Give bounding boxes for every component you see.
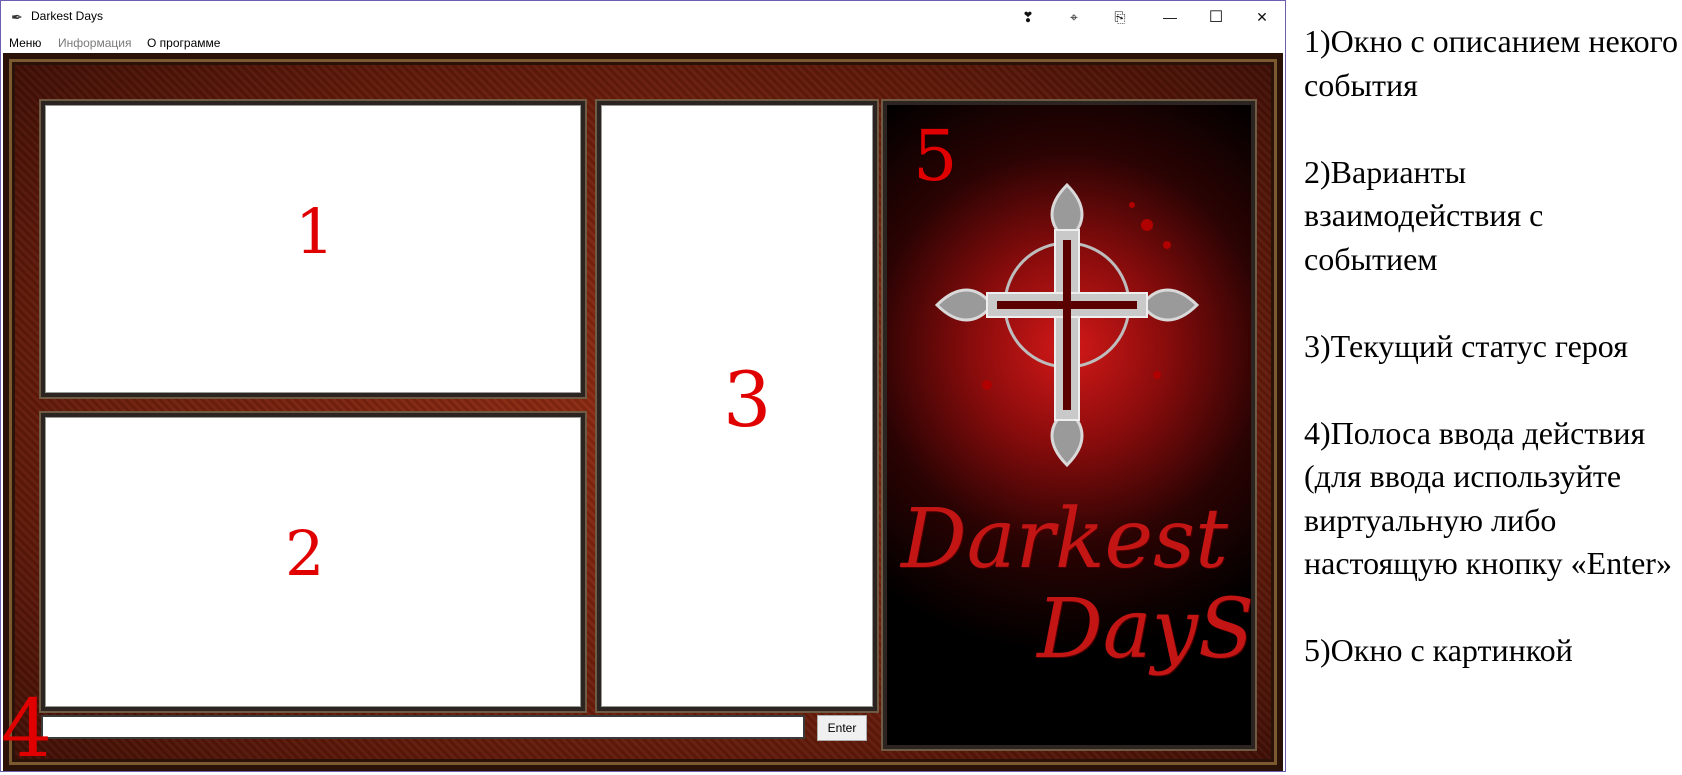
legend-item-2: 2)Варианты взаимодействия с событием bbox=[1304, 153, 1544, 277]
app-window: ✒ Darkest Days ❣ ⌖ ⎘ — ☐ ✕ Меню Информац… bbox=[0, 0, 1286, 772]
panel-number-3: 3 bbox=[723, 355, 772, 444]
menu-item-about[interactable]: О программе bbox=[147, 36, 220, 50]
window-switch-icon[interactable]: ⎘ bbox=[1097, 1, 1143, 33]
panel-number-2: 2 bbox=[285, 517, 325, 590]
hero-status-panel: 3 bbox=[597, 101, 877, 711]
legend-item-4: 4)Полоса ввода действия (для ввода испол… bbox=[1304, 414, 1672, 582]
target-icon[interactable]: ⌖ bbox=[1051, 1, 1097, 33]
legend-item-1: 1)Окно с описанием некого события bbox=[1304, 23, 1678, 103]
interaction-options-panel: 2 bbox=[41, 413, 585, 711]
enter-button[interactable]: Enter bbox=[817, 715, 867, 741]
close-button[interactable]: ✕ bbox=[1239, 1, 1285, 33]
maximize-button[interactable]: ☐ bbox=[1193, 1, 1239, 33]
menu-bar: Меню Информация О программе bbox=[1, 33, 1285, 53]
pin-icon[interactable]: ❣ bbox=[1005, 1, 1051, 33]
window-title: Darkest Days bbox=[31, 9, 104, 23]
feather-icon: ✒ bbox=[11, 9, 23, 25]
legend-item-3: 3)Текущий статус героя bbox=[1304, 327, 1628, 364]
action-input[interactable] bbox=[41, 715, 805, 739]
menu-item-menu[interactable]: Меню bbox=[9, 36, 41, 50]
event-description-panel: 1 bbox=[41, 101, 585, 397]
title-bar[interactable]: ✒ Darkest Days ❣ ⌖ ⎘ — ☐ ✕ bbox=[1, 1, 1285, 33]
picture-panel: 5 Darkest DayS bbox=[883, 101, 1255, 749]
minimize-button[interactable]: — bbox=[1147, 1, 1193, 33]
logo-line-days: DayS bbox=[1037, 582, 1255, 677]
logo-line-darkest: Darkest bbox=[901, 492, 1229, 587]
panel-number-1: 1 bbox=[295, 195, 335, 268]
menu-item-info[interactable]: Информация bbox=[58, 36, 131, 50]
panel-number-4: 4 bbox=[1, 682, 52, 775]
legend-item-5: 5)Окно с картинкой bbox=[1304, 632, 1573, 668]
gothic-cross-icon bbox=[934, 182, 1200, 468]
legend: 1)Окно с описанием некого события 2)Вари… bbox=[1304, 20, 1679, 716]
